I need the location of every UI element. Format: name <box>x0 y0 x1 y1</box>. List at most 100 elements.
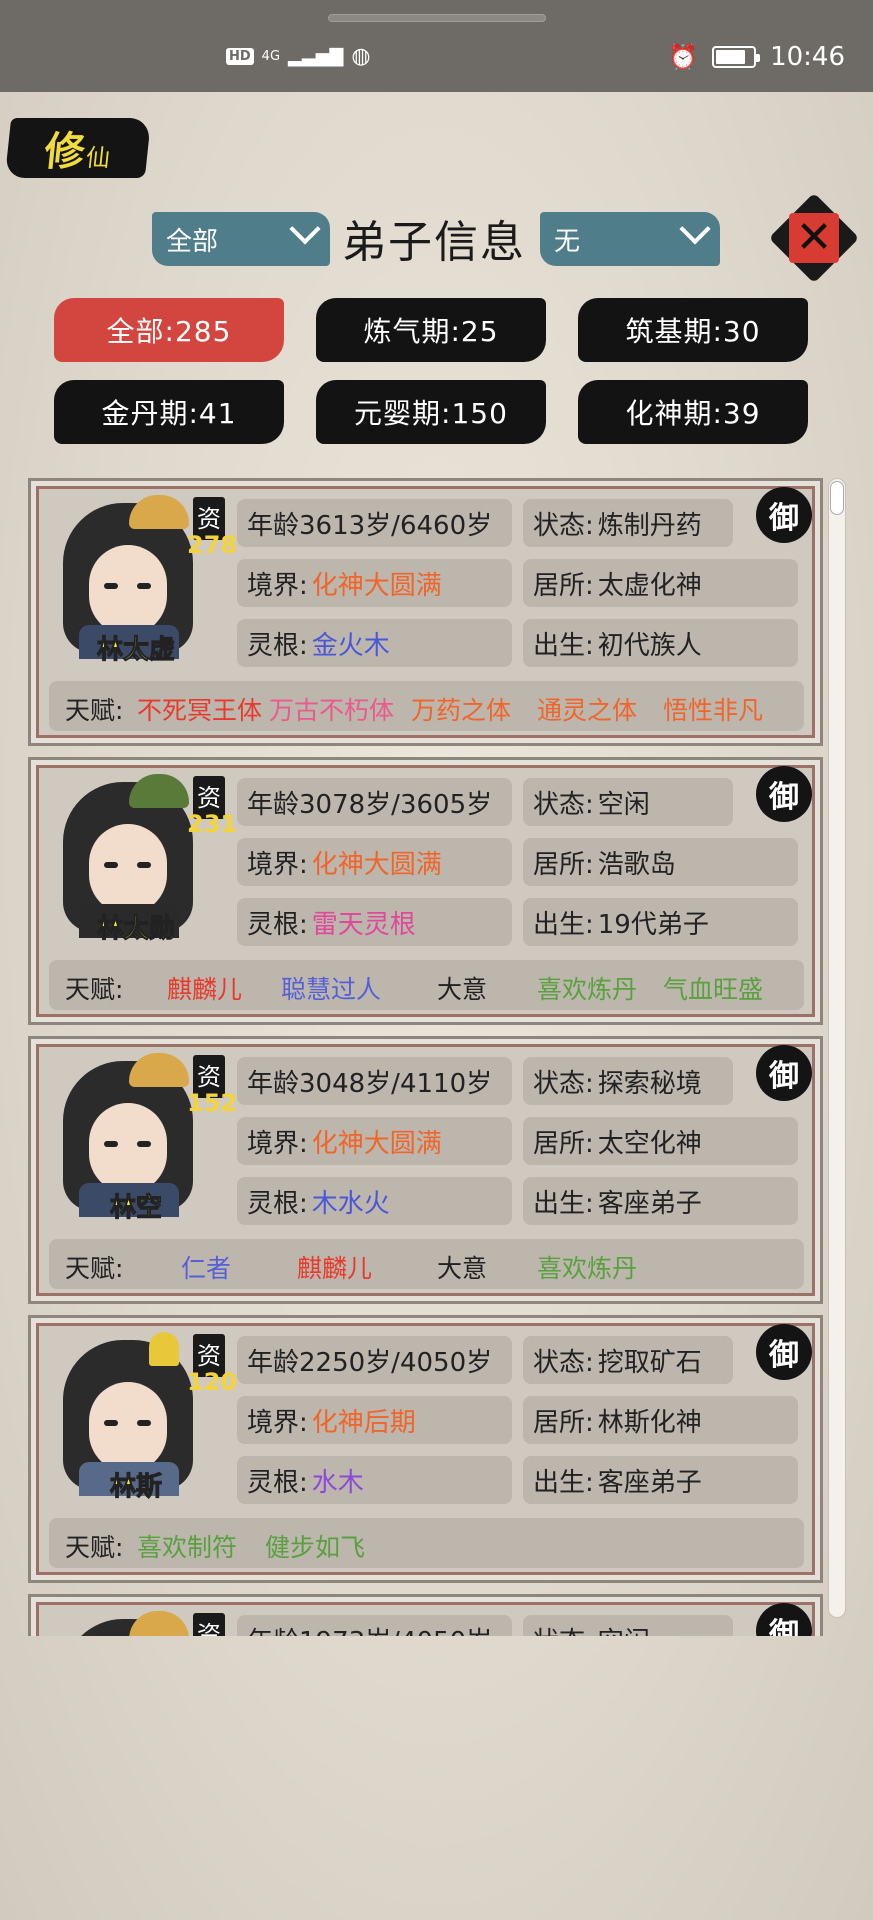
residence-field: 居所: 太虚化神 <box>523 559 798 607</box>
realm-value: 化神后期 <box>311 1407 416 1438</box>
talent-item: 麒麟儿 <box>167 975 243 1004</box>
filter-select-value: 无 <box>554 226 581 257</box>
age-field: 年龄 3048岁/4110岁 <box>237 1057 512 1105</box>
status-bar: HD 4G ▂▃▅▇ ◍ ⏰ 10:46 <box>0 0 873 92</box>
status-field: 状态:空闲 <box>523 778 733 826</box>
birth-field: 出生: 客座弟子 <box>523 1177 798 1225</box>
talents-row: 天赋: 喜欢制符 健步如飞 <box>49 1518 804 1568</box>
talent-item: 悟性非凡 <box>663 696 764 725</box>
game-logo: 修 仙 <box>4 118 152 178</box>
category-select-value: 全部 <box>166 226 219 257</box>
age-value: 3078岁/3605岁 <box>299 789 493 820</box>
status-field: 状态:空闲 <box>523 1615 733 1636</box>
realm-field: 境界: 化神大圆满 <box>237 1117 512 1165</box>
logo-sub-char: 仙 <box>84 143 112 172</box>
disciple-card[interactable]: 资 152 林空 年龄 3048岁/4110岁 状态: 探索秘境 境界: 化神大圆满 … <box>28 1036 823 1304</box>
disciple-name: 林斯 <box>109 1472 162 1503</box>
age-value: 1973岁/4050岁 <box>299 1621 492 1637</box>
disciple-card[interactable]: 资 278 林太虚 年龄 3613岁/6460岁 状态: 炼制丹药 境界: 化神大圆满… <box>28 478 823 746</box>
chevron-down-icon <box>289 213 321 245</box>
talents-label: 天赋: <box>65 1533 124 1562</box>
birth-field: 出生: 客座弟子 <box>523 1456 798 1504</box>
status-value: 挖取矿石 <box>597 1347 702 1378</box>
status-field: 状态: 挖取矿石 <box>523 1336 733 1384</box>
talents-label: 天赋: <box>65 696 124 725</box>
root-value: 水木 <box>311 1467 364 1498</box>
age-field: 年龄 2250岁/4050岁 <box>237 1336 512 1384</box>
battery-fill <box>716 50 745 64</box>
residence-value: 太空化神 <box>597 1128 702 1159</box>
talents-row: 天赋: 仁者 麒麟儿 大意 喜欢炼丹 <box>49 1239 804 1289</box>
signal-icon: 4G <box>261 49 281 64</box>
category-select[interactable]: 全部 <box>152 212 330 266</box>
alarm-icon: ⏰ <box>668 43 699 71</box>
status-right: ⏰ 10:46 <box>668 42 845 72</box>
tab-yuanying[interactable]: 元婴期:150 <box>316 380 546 444</box>
hd-icon: HD <box>226 48 254 65</box>
control-button[interactable]: 御 <box>756 1324 812 1380</box>
birth-value: 客座弟子 <box>597 1188 702 1219</box>
status-value: 空闲 <box>598 1621 650 1637</box>
disciple-name: 林太勋 <box>96 914 175 945</box>
control-button[interactable]: 御 <box>756 1603 812 1636</box>
residence-value: 林斯化神 <box>597 1407 702 1438</box>
status-left-icons: HD 4G ▂▃▅▇ ◍ <box>226 44 371 69</box>
residence-field: 居所: 太空化神 <box>523 1117 798 1165</box>
talent-item: 健步如飞 <box>265 1533 366 1562</box>
disciple-card[interactable]: 资 231 林太勋 年龄 3078岁/3605岁 状态: 空闲 境界: 化神大圆满 居… <box>28 757 823 1025</box>
status-value: 炼制丹药 <box>597 510 702 541</box>
root-value: 木水火 <box>311 1188 390 1219</box>
talent-item: 万古不朽体 <box>269 696 395 725</box>
clock: 10:46 <box>770 42 845 72</box>
residence-value: 太虚化神 <box>597 570 702 601</box>
tab-lianqi[interactable]: 炼气期:25 <box>316 298 546 362</box>
disciple-name: 林空 <box>109 1193 162 1224</box>
aptitude-value: 152 <box>187 1089 238 1117</box>
status-value: 空闲 <box>597 789 650 820</box>
talent-item: 喜欢炼丹 <box>537 1254 638 1283</box>
tab-jindan[interactable]: 金丹期:41 <box>54 380 284 444</box>
root-field: 灵根: 木水火 <box>237 1177 512 1225</box>
control-button[interactable]: 御 <box>756 1045 812 1101</box>
aptitude-label: 资 <box>193 1613 225 1636</box>
list-scrollbar[interactable] <box>828 478 846 1618</box>
age-field: 年龄1973岁/4050岁 <box>237 1615 512 1636</box>
aptitude-value: 120 <box>187 1368 238 1396</box>
status-value: 探索秘境 <box>597 1068 702 1099</box>
control-button[interactable]: 御 <box>756 487 812 543</box>
disciple-card[interactable]: 资 年龄1973岁/4050岁 状态:空闲 御 <box>28 1594 823 1636</box>
realm-field: 境界: 化神后期 <box>237 1396 512 1444</box>
birth-field: 出生: 19代弟子 <box>523 898 798 946</box>
birth-value: 19代弟子 <box>597 909 709 940</box>
aptitude-value: 231 <box>187 810 238 838</box>
talent-item: 喜欢制符 <box>137 1533 238 1562</box>
talent-item: 通灵之体 <box>537 696 638 725</box>
disciple-list[interactable]: 资 278 林太虚 年龄 3613岁/6460岁 状态: 炼制丹药 境界: 化神大圆满… <box>28 478 828 1636</box>
tab-huashen[interactable]: 化神期:39 <box>578 380 808 444</box>
disciple-card[interactable]: 资 120 林斯 年龄 2250岁/4050岁 状态: 挖取矿石 境界: 化神后期 居… <box>28 1315 823 1583</box>
talent-item: 大意 <box>437 1254 488 1283</box>
tab-all[interactable]: 全部:285 <box>54 298 284 362</box>
age-field: 年龄 3078岁/3605岁 <box>237 778 512 826</box>
talent-item: 不死冥王体 <box>137 696 263 725</box>
age-field: 年龄 3613岁/6460岁 <box>237 499 512 547</box>
realm-value: 化神大圆满 <box>311 849 442 880</box>
control-button[interactable]: 御 <box>756 766 812 822</box>
realm-value: 化神大圆满 <box>311 1128 442 1159</box>
realm-field: 境界: 化神大圆满 <box>237 559 512 607</box>
talent-item: 喜欢炼丹 <box>537 975 638 1004</box>
aptitude-value: 278 <box>187 531 238 559</box>
age-value: 3048岁/4110岁 <box>299 1068 493 1099</box>
tab-zhuji[interactable]: 筑基期:30 <box>578 298 808 362</box>
age-value: 2250岁/4050岁 <box>299 1347 493 1378</box>
root-field: 灵根: 金火木 <box>237 619 512 667</box>
talent-item: 大意 <box>437 975 488 1004</box>
residence-field: 居所: 林斯化神 <box>523 1396 798 1444</box>
talent-item: 聪慧过人 <box>281 975 382 1004</box>
page-title: 弟子信息 <box>342 217 526 268</box>
drag-handle[interactable] <box>328 14 546 22</box>
talent-item: 万药之体 <box>411 696 512 725</box>
chevron-down-icon <box>679 213 711 245</box>
filter-select[interactable]: 无 <box>540 212 720 266</box>
scrollbar-thumb[interactable] <box>830 481 844 515</box>
